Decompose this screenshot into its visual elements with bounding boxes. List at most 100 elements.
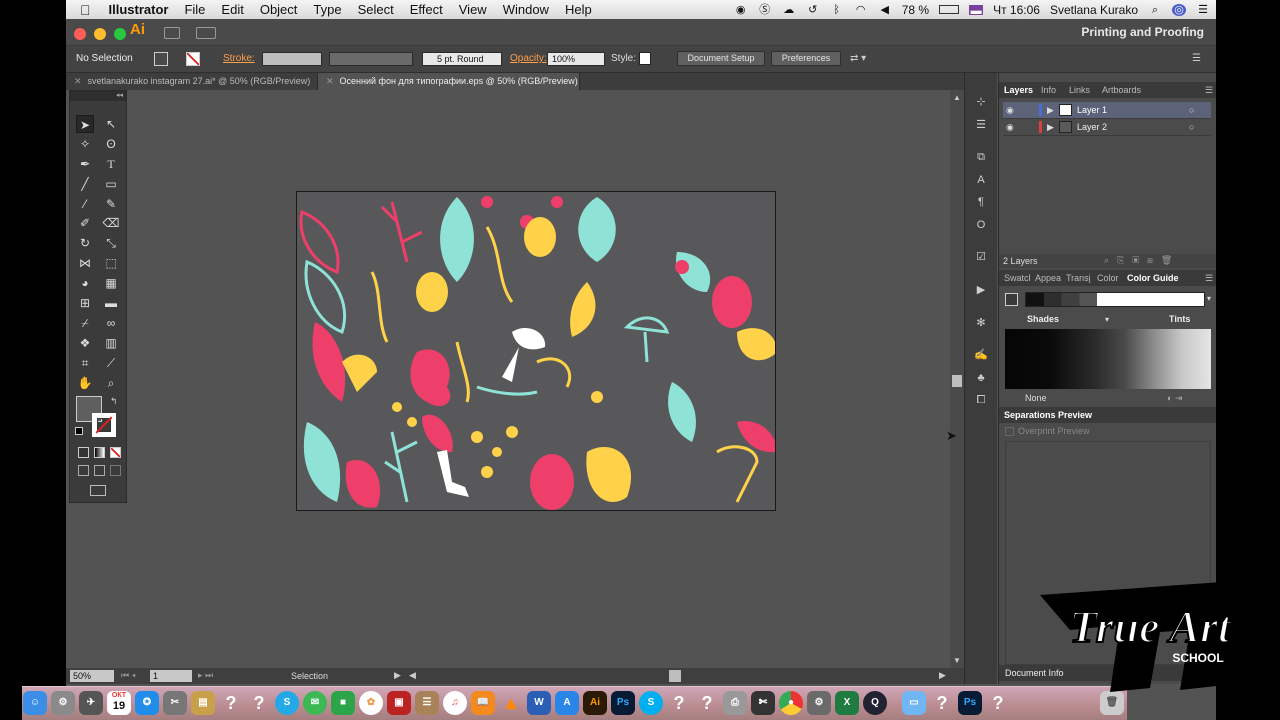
layer-name[interactable]: Layer 1: [1077, 102, 1107, 118]
bridge-icon[interactable]: [164, 27, 180, 39]
app-store-icon[interactable]: A: [555, 691, 579, 715]
graphic-styles-icon[interactable]: ☑: [974, 250, 988, 264]
scroll-right-icon[interactable]: ▶: [939, 670, 946, 681]
photoshop-file-icon[interactable]: Ps: [958, 691, 982, 715]
variable-width-profile[interactable]: [329, 52, 413, 66]
paintbrush-tool-icon[interactable]: ⁄: [76, 195, 94, 213]
menu-app-name[interactable]: Illustrator: [101, 2, 177, 17]
workspace-switcher[interactable]: Printing and Proofing: [1081, 25, 1204, 39]
gradient-mode-icon[interactable]: [94, 447, 105, 458]
rotate-tool-icon[interactable]: ↻: [76, 234, 94, 252]
draw-inside-icon[interactable]: [110, 465, 121, 476]
illustrator-dock-icon[interactable]: Ai: [583, 691, 607, 715]
zoom-level-field[interactable]: 50%: [70, 670, 114, 682]
hand-tool-icon[interactable]: ✋: [76, 374, 94, 392]
input-source-icon[interactable]: ▬: [969, 4, 984, 17]
system-preferences-icon[interactable]: ⚙: [807, 691, 831, 715]
edit-colors-icon[interactable]: ◐ ⇥: [1167, 393, 1182, 404]
layer-row[interactable]: ◉ ▶ Layer 2 ○: [1003, 119, 1211, 136]
vlc-icon[interactable]: ▲: [499, 691, 523, 715]
tab-info[interactable]: Info: [1041, 85, 1056, 95]
fill-swatch[interactable]: [154, 52, 168, 66]
direct-selection-tool-icon[interactable]: ↖: [102, 115, 120, 133]
line-tool-icon[interactable]: ╱: [76, 175, 94, 193]
paragraph-panel-icon[interactable]: ¶: [974, 195, 988, 209]
expand-arrow-icon[interactable]: ▶: [1047, 119, 1054, 135]
magic-wand-tool-icon[interactable]: ✧: [76, 135, 94, 153]
tab-links[interactable]: Links: [1069, 85, 1090, 95]
tab-artboards[interactable]: Artboards: [1102, 85, 1141, 95]
none-mode-icon[interactable]: [110, 447, 121, 458]
horizontal-scroll-thumb[interactable]: [669, 670, 681, 682]
align-panel-icon[interactable]: ☰: [974, 118, 988, 132]
spotlight-icon[interactable]: ⌕: [1148, 4, 1162, 16]
scroll-up-icon[interactable]: ▲: [953, 93, 961, 102]
target-circle-icon[interactable]: ○: [1189, 102, 1194, 118]
type-tool-icon[interactable]: T: [102, 155, 120, 173]
stroke-weight-field[interactable]: [262, 52, 322, 66]
symbols-panel-icon[interactable]: ✻: [974, 316, 988, 330]
blob-brush-tool-icon[interactable]: ✐: [76, 214, 94, 232]
scale-tool-icon[interactable]: ⤡: [102, 234, 120, 252]
color-guide-grid[interactable]: [1005, 329, 1211, 389]
tools-panel-header[interactable]: ◂◂: [70, 91, 126, 101]
layer-name[interactable]: Layer 2: [1077, 119, 1107, 135]
scroll-left-icon[interactable]: ◀: [409, 670, 416, 681]
shape-builder-tool-icon[interactable]: ◕: [76, 274, 94, 292]
skype-dock-icon[interactable]: S: [275, 691, 299, 715]
actions-panel-icon[interactable]: ▶: [974, 283, 988, 297]
default-colors-icon[interactable]: [75, 427, 83, 435]
separations-title[interactable]: Separations Preview: [1004, 410, 1092, 420]
tab-swatches[interactable]: Swatcl: [1004, 273, 1031, 283]
visibility-eye-icon[interactable]: ◉: [1006, 119, 1014, 135]
layer-row[interactable]: ◉ ▶ Layer 1 ○: [1003, 102, 1211, 119]
tab-color-guide[interactable]: Color Guide: [1127, 273, 1179, 283]
question-icon[interactable]: ?: [219, 691, 243, 715]
battery-icon[interactable]: [939, 5, 960, 14]
scroll-down-icon[interactable]: ▼: [953, 656, 961, 665]
screen-mode-icon[interactable]: [90, 485, 106, 496]
color-mode-icon[interactable]: [78, 447, 89, 458]
blend-tool-icon[interactable]: ∞: [102, 314, 120, 332]
panel-menu-icon[interactable]: ☰: [1205, 85, 1213, 96]
style-swatch[interactable]: [639, 52, 651, 65]
menu-object[interactable]: Object: [252, 2, 306, 17]
menu-edit[interactable]: Edit: [213, 2, 251, 17]
menu-view[interactable]: View: [451, 2, 495, 17]
draw-behind-icon[interactable]: [94, 465, 105, 476]
zoom-button[interactable]: [114, 28, 126, 40]
menu-effect[interactable]: Effect: [402, 2, 451, 17]
vertical-scroll-thumb[interactable]: [952, 375, 962, 387]
word-icon[interactable]: W: [527, 691, 551, 715]
zoom-tool-icon[interactable]: ⌕: [102, 374, 120, 392]
chrome-icon[interactable]: ●: [779, 691, 803, 715]
rectangle-tool-icon[interactable]: ▭: [102, 175, 120, 193]
menu-window[interactable]: Window: [495, 2, 557, 17]
mesh-tool-icon[interactable]: ⊞: [76, 294, 94, 312]
brush-definition[interactable]: 5 pt. Round: [422, 52, 502, 66]
menu-help[interactable]: Help: [557, 2, 600, 17]
bluetooth-icon[interactable]: ᛒ: [830, 4, 844, 16]
slice-tool-icon[interactable]: ⟋: [102, 354, 120, 372]
close-button[interactable]: [74, 28, 86, 40]
base-color-swatch[interactable]: [1005, 293, 1018, 306]
notification-center-icon[interactable]: ☰: [1196, 4, 1210, 16]
symbol-sprayer-tool-icon[interactable]: ❖: [76, 334, 94, 352]
preferences-button[interactable]: Preferences: [771, 51, 841, 66]
gradient-tool-icon[interactable]: ▬: [102, 294, 120, 312]
draw-mode-icon[interactable]: [78, 465, 89, 476]
tab-transparency[interactable]: Transį: [1066, 273, 1091, 283]
harmony-colors-bar[interactable]: [1025, 292, 1205, 307]
utilities-icon[interactable]: ✂: [163, 691, 187, 715]
opacity-field[interactable]: 100%: [547, 52, 605, 66]
close-tab-icon[interactable]: ✕: [326, 76, 334, 86]
layer-actions-icons[interactable]: ⌕⎘▣⊞🗑: [1104, 255, 1180, 266]
opacity-label[interactable]: Opacity:: [510, 53, 547, 64]
siri-icon[interactable]: ◎: [1172, 3, 1186, 16]
question-icon[interactable]: ?: [986, 691, 1010, 715]
perspective-grid-tool-icon[interactable]: ▦: [102, 274, 120, 292]
clock[interactable]: Чт 16:06: [993, 3, 1040, 17]
stroke-color-box[interactable]: [92, 413, 116, 437]
shades-dropdown-icon[interactable]: ▾: [1105, 315, 1109, 324]
finder-icon[interactable]: ☺: [23, 691, 47, 715]
